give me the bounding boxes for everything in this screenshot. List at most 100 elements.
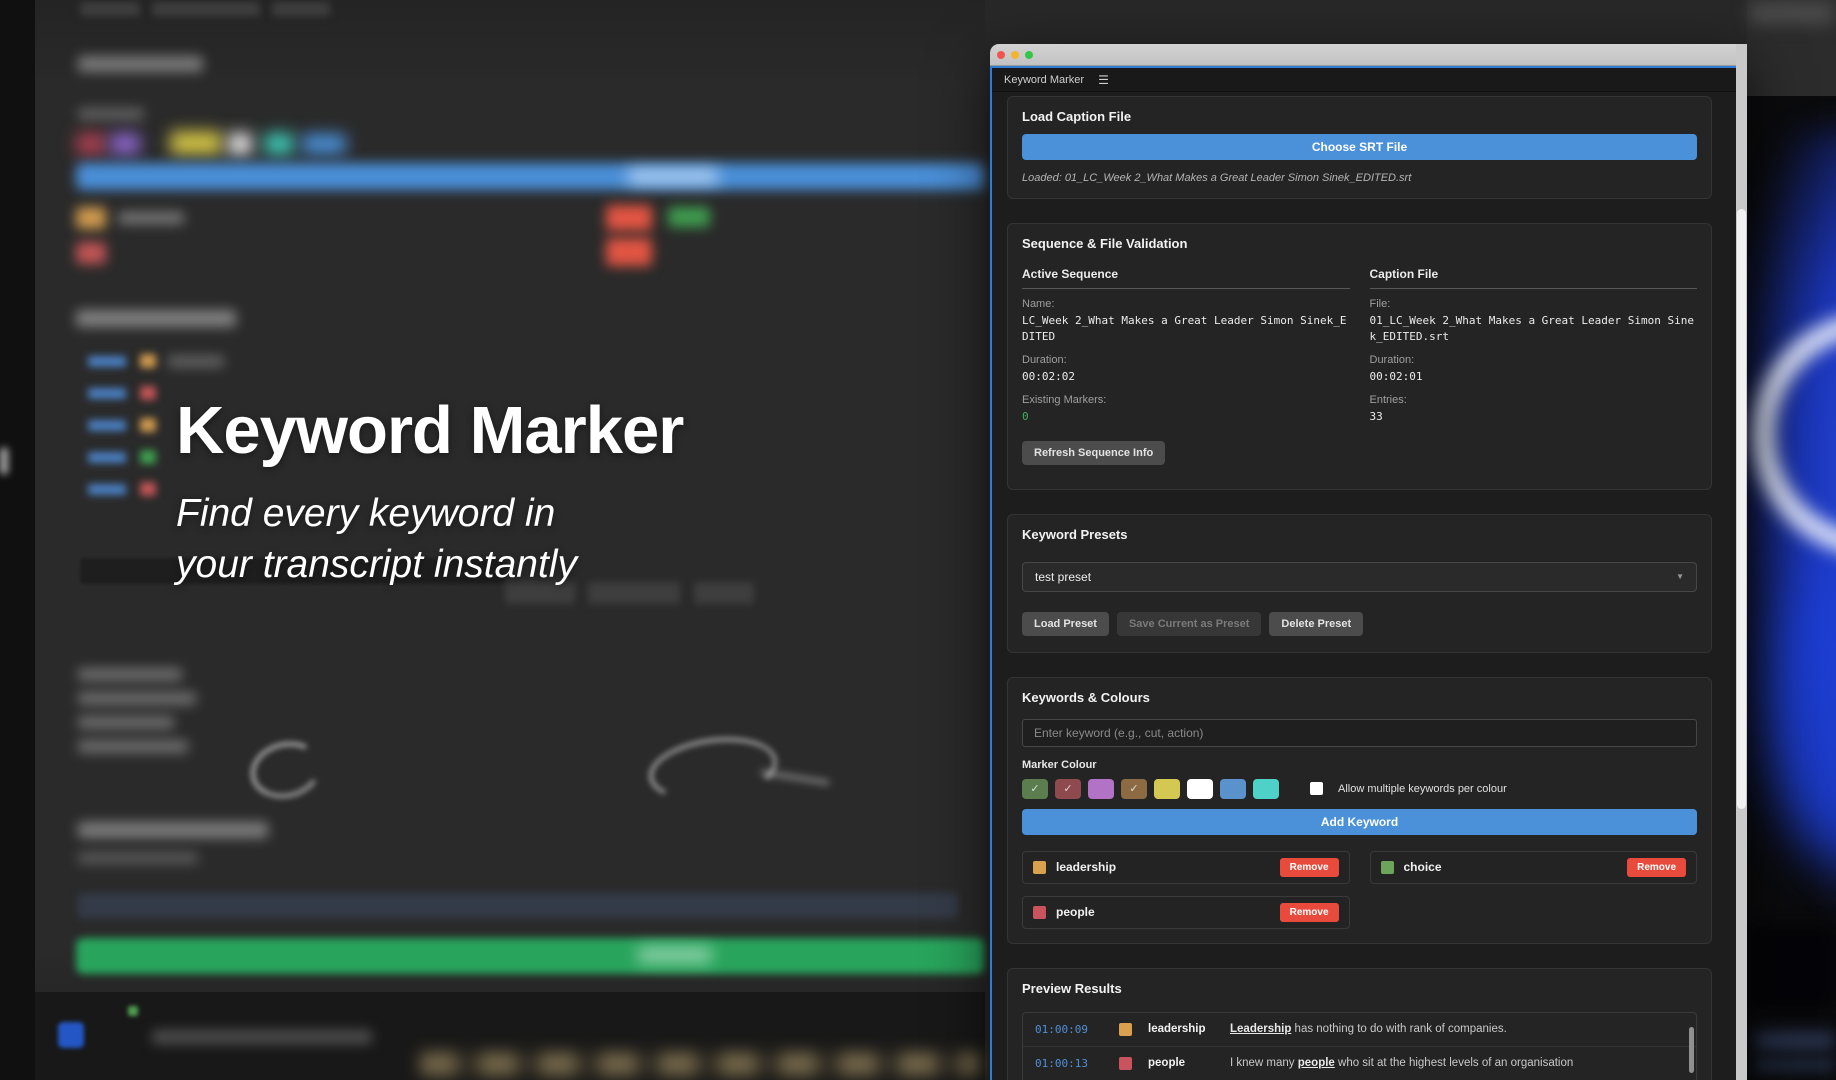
bg-kw-swatch (76, 207, 106, 229)
caption-duration-value: 00:02:01 (1370, 369, 1698, 385)
bg-green-bar (76, 938, 984, 974)
bg-text-blob (152, 1030, 372, 1044)
allow-multiple-checkbox[interactable] (1310, 782, 1323, 795)
preview-caption-text: Leadership has nothing to do with rank o… (1230, 1023, 1507, 1035)
keywords-title: Keywords & Colours (1022, 686, 1697, 705)
bg-kw-swatch (76, 242, 106, 264)
allow-multiple-label: Allow multiple keywords per colour (1338, 783, 1507, 795)
bg-text-blob (78, 716, 174, 729)
remove-keyword-button[interactable]: Remove (1627, 858, 1686, 877)
colour-swatch[interactable]: ✓ (1022, 779, 1048, 799)
hero-title: Keyword Marker (176, 392, 683, 469)
active-sequence-column: Active Sequence Name: LC_Week 2_What Mak… (1022, 267, 1350, 425)
bg-right-tab (1750, 2, 1834, 24)
presets-title: Keyword Presets (1022, 523, 1697, 542)
remove-keyword-button[interactable]: Remove (1280, 903, 1339, 922)
caption-duration-label: Duration: (1370, 354, 1698, 366)
bg-swatch (110, 133, 140, 155)
bg-swatch (228, 133, 252, 155)
refresh-sequence-button[interactable]: Refresh Sequence Info (1022, 441, 1165, 465)
bg-right-blob (1755, 1032, 1835, 1050)
colour-swatch[interactable] (1187, 779, 1213, 799)
save-preset-button[interactable]: Save Current as Preset (1117, 612, 1261, 636)
load-preset-button[interactable]: Load Preset (1022, 612, 1109, 636)
keyword-item: leadership Remove (1022, 851, 1350, 884)
keyword-marker-window: Keyword Marker ☰ Load Caption File Choos… (990, 44, 1747, 1080)
keyword-list: leadership Remove choice Remove (1022, 851, 1697, 929)
bg-text-blob (78, 822, 268, 838)
preview-results-box: 01:00:09 leadership Leadership has nothi… (1022, 1012, 1697, 1080)
active-sequence-heading: Active Sequence (1022, 267, 1350, 289)
bg-row-swatch (140, 418, 156, 432)
preview-timestamp: 01:00:13 (1035, 1057, 1107, 1070)
keyword-item: people Remove (1022, 896, 1350, 929)
sequence-name-value: LC_Week 2_What Makes a Great Leader Simo… (1022, 313, 1350, 345)
bg-remove-blob (606, 238, 652, 266)
panel-menu-icon[interactable]: ☰ (1098, 73, 1109, 87)
bg-dark-bar (78, 893, 958, 918)
validation-title: Sequence & File Validation (1022, 232, 1697, 251)
keyword-label: people (1056, 905, 1095, 919)
presets-card: Keyword Presets test preset ▼ Load Prese… (1007, 514, 1712, 653)
colour-swatch[interactable]: ✓ (1121, 779, 1147, 799)
preview-row[interactable]: 01:00:09 leadership Leadership has nothi… (1023, 1013, 1696, 1046)
bg-swatch (76, 133, 106, 155)
colour-swatch[interactable] (1253, 779, 1279, 799)
bg-edge-blob (0, 448, 8, 474)
chevron-down-icon: ▼ (1676, 572, 1684, 581)
bg-text-blob (78, 56, 203, 72)
bg-time-blob (88, 356, 126, 367)
delete-preset-button[interactable]: Delete Preset (1269, 612, 1363, 636)
panel-header: Keyword Marker ☰ (992, 68, 1745, 92)
bg-blue-bar-label (628, 170, 718, 183)
load-caption-card: Load Caption File Choose SRT File Loaded… (1007, 96, 1712, 199)
remove-keyword-button[interactable]: Remove (1280, 858, 1339, 877)
bg-button-blob (694, 582, 754, 604)
bg-timeline-blobs (420, 1052, 980, 1076)
colour-swatch[interactable]: ✓ (1055, 779, 1081, 799)
keywords-card: Keywords & Colours Marker Colour ✓ ✓ ✓ (1007, 677, 1712, 944)
caption-file-column: Caption File File: 01_LC_Week 2_What Mak… (1370, 267, 1698, 425)
minimize-traffic-light[interactable] (1011, 51, 1019, 59)
bg-text-blob (78, 668, 182, 681)
existing-markers-value: 0 (1022, 409, 1350, 425)
maximize-traffic-light[interactable] (1025, 51, 1033, 59)
colour-swatch[interactable] (1220, 779, 1246, 799)
preview-keyword: leadership (1148, 1023, 1230, 1035)
bg-tab-shape (152, 2, 260, 16)
window-scrollbar[interactable] (1736, 44, 1747, 1080)
preview-row[interactable]: 01:00:13 people I knew many people who s… (1023, 1046, 1696, 1080)
bg-time-blob (88, 420, 126, 431)
bg-button-blob (588, 582, 680, 604)
hero-subtitle-line1: Find every keyword in (176, 488, 577, 539)
bg-text-blob (78, 740, 188, 753)
close-traffic-light[interactable] (997, 51, 1005, 59)
validation-card: Sequence & File Validation Active Sequen… (1007, 223, 1712, 490)
bg-text-blob (78, 692, 196, 705)
bg-row-swatch (140, 450, 156, 464)
bg-blue-square (58, 1022, 84, 1048)
keyword-label: choice (1404, 860, 1442, 874)
sequence-duration-label: Duration: (1022, 354, 1350, 366)
colour-swatch[interactable] (1154, 779, 1180, 799)
existing-markers-label: Existing Markers: (1022, 394, 1350, 406)
preview-highlight: Leadership (1230, 1023, 1291, 1035)
window-titlebar[interactable] (990, 44, 1747, 66)
bg-row-swatch (140, 386, 156, 400)
bg-swatch (302, 134, 346, 154)
window-scrollbar-thumb[interactable] (1737, 209, 1746, 809)
keyword-colour-swatch (1033, 861, 1046, 874)
background-left-strip (0, 0, 35, 1080)
add-keyword-button[interactable]: Add Keyword (1022, 809, 1697, 835)
preset-select[interactable]: test preset ▼ (1022, 562, 1697, 592)
preview-scrollbar-thumb[interactable] (1689, 1027, 1694, 1073)
bg-row-swatch (140, 354, 156, 368)
choose-srt-button[interactable]: Choose SRT File (1022, 134, 1697, 160)
caption-file-label: File: (1370, 298, 1698, 310)
bg-remove-blob (606, 205, 652, 231)
bg-green-bar-label (638, 948, 712, 962)
bg-dark-band (1747, 925, 1836, 1010)
colour-swatch[interactable] (1088, 779, 1114, 799)
keyword-input[interactable] (1022, 719, 1697, 747)
preset-selected-value: test preset (1035, 570, 1091, 584)
